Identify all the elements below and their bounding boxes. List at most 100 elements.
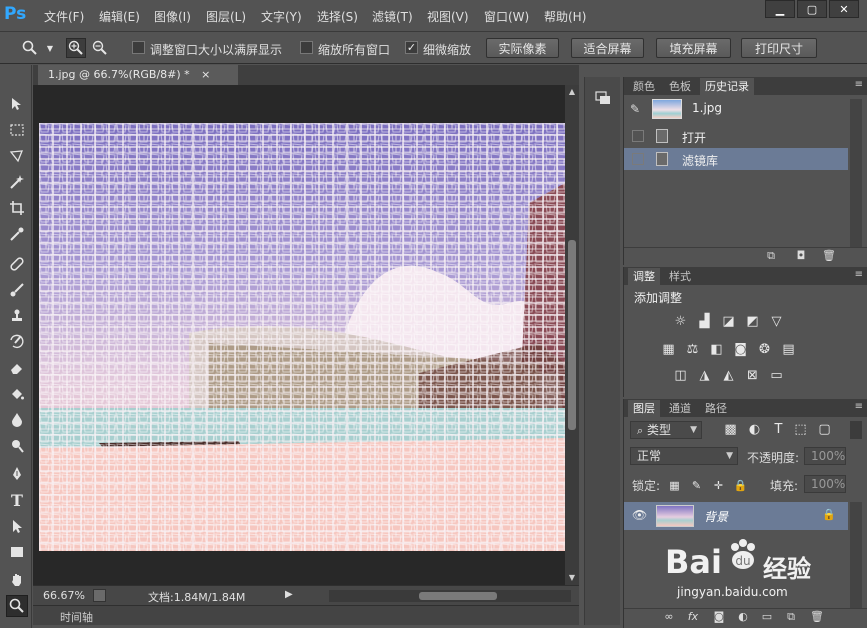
zoom-tool-preset-icon[interactable] xyxy=(20,38,40,58)
document-image[interactable] xyxy=(39,123,565,551)
history-source-checkbox[interactable] xyxy=(632,130,644,142)
panel-menu-icon[interactable]: ≡ xyxy=(855,269,863,280)
selective-color-icon[interactable]: ⊠ xyxy=(744,367,761,384)
menu-window[interactable]: 窗口(W) xyxy=(484,8,529,25)
marquee-tool-icon[interactable] xyxy=(6,119,28,141)
photo-filter-icon[interactable]: ◙ xyxy=(732,341,749,358)
filter-type-icon[interactable]: T xyxy=(770,421,787,438)
status-arrow-icon[interactable]: ▶ xyxy=(285,589,293,600)
tab-adjustments[interactable]: 调整 xyxy=(628,268,660,285)
eye-icon[interactable]: 👁 xyxy=(632,508,647,522)
filter-toggle-switch[interactable] xyxy=(850,421,862,439)
fill-field[interactable]: 100% xyxy=(804,475,846,493)
invert-icon[interactable]: ◫ xyxy=(672,367,689,384)
fit-screen-button[interactable]: 适合屏幕 xyxy=(571,38,644,58)
menu-image[interactable]: 图像(I) xyxy=(154,8,191,25)
filter-adjustment-icon[interactable]: ◐ xyxy=(746,421,763,438)
adjustment-layer-icon[interactable]: ◐ xyxy=(736,610,750,624)
menu-help[interactable]: 帮助(H) xyxy=(544,8,586,25)
magic-wand-tool-icon[interactable] xyxy=(6,171,28,193)
history-brush-tool-icon[interactable] xyxy=(6,331,28,353)
lock-image-icon[interactable]: ✎ xyxy=(688,477,705,494)
horizontal-scroll-thumb[interactable] xyxy=(419,592,497,600)
menu-edit[interactable]: 编辑(E) xyxy=(99,8,140,25)
brush-tool-icon[interactable] xyxy=(6,279,28,301)
tab-color[interactable]: 颜色 xyxy=(628,78,660,95)
maximize-button[interactable]: ▢ xyxy=(797,0,827,18)
trash-icon[interactable]: 🗑 xyxy=(822,249,836,263)
timeline-panel[interactable]: 时间轴 xyxy=(33,605,579,625)
new-group-icon[interactable]: ▭ xyxy=(760,610,774,624)
menu-file[interactable]: 文件(F) xyxy=(44,8,84,25)
scroll-up-icon[interactable]: ▲ xyxy=(567,87,577,97)
filter-smart-object-icon[interactable]: ▢ xyxy=(816,421,833,438)
layers-scrollbar[interactable] xyxy=(850,502,862,608)
layer-filter-dropdown[interactable]: ⌕ 类型 ▼ xyxy=(630,421,702,439)
scroll-down-icon[interactable]: ▼ xyxy=(567,573,577,583)
eraser-tool-icon[interactable] xyxy=(6,357,28,379)
zoom-level[interactable]: 66.67% xyxy=(43,589,85,602)
blur-tool-icon[interactable] xyxy=(6,409,28,431)
tab-channels[interactable]: 通道 xyxy=(664,400,696,417)
fill-screen-button[interactable]: 填充屏幕 xyxy=(656,38,731,58)
link-layers-icon[interactable]: ∞ xyxy=(662,610,676,624)
lock-position-icon[interactable]: ✛ xyxy=(710,477,727,494)
panel-menu-icon[interactable]: ≡ xyxy=(855,401,863,412)
menu-select[interactable]: 选择(S) xyxy=(317,8,358,25)
filter-shape-icon[interactable]: ⬚ xyxy=(792,421,809,438)
actual-pixels-button[interactable]: 实际像素 xyxy=(486,38,559,58)
lasso-tool-icon[interactable] xyxy=(6,145,28,167)
tab-swatches[interactable]: 色板 xyxy=(664,78,696,95)
brightness-contrast-icon[interactable]: ☼ xyxy=(672,313,689,330)
history-source-checkbox[interactable] xyxy=(632,153,644,165)
layer-row-background[interactable]: 👁 背景 🔒 xyxy=(624,502,848,530)
filter-pixel-icon[interactable]: ▩ xyxy=(722,421,739,438)
minimize-button[interactable]: ▁ xyxy=(765,0,795,18)
document-tab[interactable]: 1.jpg @ 66.7%(RGB/8#) * × xyxy=(38,65,238,85)
tab-paths[interactable]: 路径 xyxy=(700,400,732,417)
history-item-selected[interactable]: 滤镜库 xyxy=(624,148,848,170)
rectangle-tool-icon[interactable] xyxy=(6,541,28,563)
blend-mode-dropdown[interactable]: 正常 ▼ xyxy=(630,447,738,465)
vibrance-icon[interactable]: ▽ xyxy=(768,313,785,330)
exposure-icon[interactable]: ◩ xyxy=(744,313,761,330)
tab-history[interactable]: 历史记录 xyxy=(700,78,754,95)
new-document-from-state-icon[interactable]: ⧉ xyxy=(764,249,778,263)
color-balance-icon[interactable]: ⚖ xyxy=(684,341,701,358)
trash-icon[interactable]: 🗑 xyxy=(810,610,824,624)
close-tab-icon[interactable]: × xyxy=(201,68,210,81)
history-scrollbar[interactable] xyxy=(850,99,862,247)
camera-icon[interactable]: ◘ xyxy=(794,249,808,263)
tab-layers[interactable]: 图层 xyxy=(628,400,660,417)
healing-brush-tool-icon[interactable] xyxy=(6,253,28,275)
menu-type[interactable]: 文字(Y) xyxy=(261,8,302,25)
pen-tool-icon[interactable] xyxy=(6,463,28,485)
channel-mixer-icon[interactable]: ❂ xyxy=(756,341,773,358)
chevron-down-icon[interactable]: ▼ xyxy=(40,38,60,58)
history-panel-icon[interactable] xyxy=(595,91,611,105)
clone-stamp-tool-icon[interactable] xyxy=(6,305,28,327)
curves-icon[interactable]: ◪ xyxy=(720,313,737,330)
menu-view[interactable]: 视图(V) xyxy=(427,8,469,25)
status-menu-icon[interactable] xyxy=(93,589,106,602)
eyedropper-tool-icon[interactable] xyxy=(6,223,28,245)
zoom-tool-icon[interactable] xyxy=(6,595,28,617)
move-tool-icon[interactable] xyxy=(6,93,28,115)
hue-saturation-icon[interactable]: ▦ xyxy=(660,341,677,358)
print-size-button[interactable]: 打印尺寸 xyxy=(741,38,817,58)
history-snapshot[interactable]: ✎ 1.jpg xyxy=(626,97,848,121)
opacity-field[interactable]: 100% xyxy=(804,447,846,465)
path-selection-tool-icon[interactable] xyxy=(6,515,28,537)
resize-windows-checkbox[interactable] xyxy=(132,41,145,54)
menu-filter[interactable]: 滤镜(T) xyxy=(372,8,413,25)
paint-bucket-tool-icon[interactable] xyxy=(6,383,28,405)
hand-tool-icon[interactable] xyxy=(6,569,28,591)
type-tool-icon[interactable]: T xyxy=(6,489,28,511)
canvas-area[interactable] xyxy=(33,85,565,585)
vertical-scrollbar[interactable]: ▲ ▼ xyxy=(565,85,579,585)
tab-styles[interactable]: 样式 xyxy=(664,268,696,285)
black-white-icon[interactable]: ◧ xyxy=(708,341,725,358)
menu-layer[interactable]: 图层(L) xyxy=(206,8,246,25)
posterize-icon[interactable]: ◮ xyxy=(696,367,713,384)
close-button[interactable]: ✕ xyxy=(829,0,859,18)
